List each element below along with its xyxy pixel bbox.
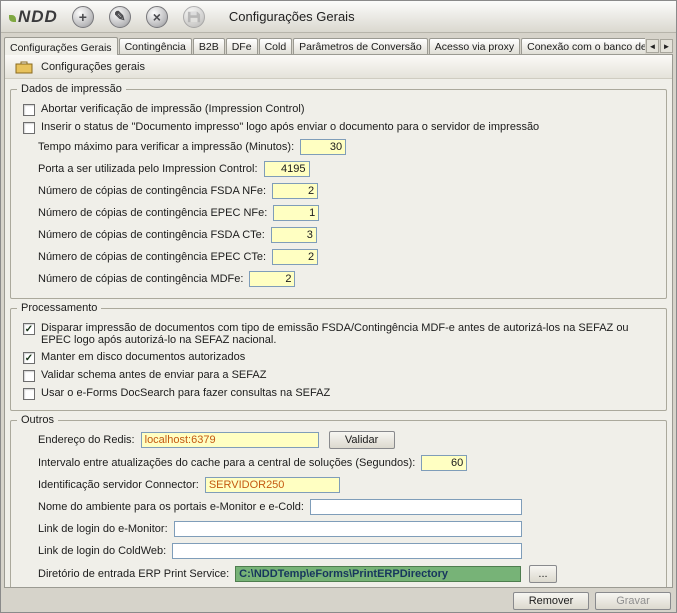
group-processamento: Processamento ✓ Disparar impressão de do…	[10, 308, 667, 411]
validar-button[interactable]: Validar	[329, 431, 395, 449]
servidor-connector-input[interactable]	[205, 477, 340, 493]
copias-epec-cte-input[interactable]	[272, 249, 318, 265]
checkbox-row: ✓ Manter em disco documentos autorizados	[23, 351, 656, 364]
toolbar-icons: + ✎ ×	[72, 6, 205, 28]
checkbox-row: Abortar verificação de impressão (Impres…	[23, 103, 656, 116]
field-label: Identificação servidor Connector:	[38, 479, 199, 491]
copias-fsda-nfe-input[interactable]	[272, 183, 318, 199]
group-title: Dados de impressão	[17, 83, 126, 95]
tab-contingencia[interactable]: Contingência	[119, 38, 192, 55]
tab-conexao-banco[interactable]: Conexão com o banco de dados	[521, 38, 645, 55]
settings-window: NDD + ✎ × Configurações Gerais Configura…	[0, 0, 677, 613]
field-label: Endereço do Redis:	[38, 434, 135, 446]
porta-impression-control-input[interactable]	[264, 161, 310, 177]
tab-page: Configurações gerais Dados de impressão …	[4, 54, 673, 588]
tab-configuracoes-gerais[interactable]: Configurações Gerais	[4, 37, 118, 55]
checkbox-label: Disparar impressão de documentos com tip…	[41, 322, 641, 346]
field-row: Link de login do e-Monitor:	[38, 521, 522, 537]
checkbox-label: Manter em disco documentos autorizados	[41, 351, 245, 363]
tab-cold[interactable]: Cold	[259, 38, 293, 55]
tab-strip: Configurações Gerais Contingência B2B DF…	[4, 34, 673, 55]
add-icon[interactable]: +	[72, 6, 94, 28]
tab-scroll-right-icon[interactable]: ►	[660, 39, 673, 53]
leaf-icon	[9, 15, 16, 22]
tab-scroll-left-icon[interactable]: ◄	[646, 39, 659, 53]
field-row: Número de cópias de contingência MDFe:	[38, 271, 656, 287]
checkbox-row: Usar o e-Forms DocSearch para fazer cons…	[23, 387, 656, 400]
tab-dfe[interactable]: DFe	[226, 38, 258, 55]
field-row: Endereço do Redis: Validar	[38, 431, 656, 449]
tab-parametros-conversao[interactable]: Parâmetros de Conversão	[293, 38, 428, 55]
checkbox-label: Validar schema antes de enviar para a SE…	[41, 369, 266, 381]
field-label: Número de cópias de contingência FSDA CT…	[38, 229, 265, 241]
tab-b2b[interactable]: B2B	[193, 38, 225, 55]
link-login-coldweb-input[interactable]	[172, 543, 522, 559]
checkbox-row: Validar schema antes de enviar para a SE…	[23, 369, 656, 382]
diretorio-erp-input[interactable]	[235, 566, 521, 582]
tabs: Configurações Gerais Contingência B2B DF…	[4, 37, 645, 55]
field-row: Intervalo entre atualizações do cache pa…	[38, 455, 656, 471]
page-title: Configurações gerais	[41, 61, 145, 73]
window-title: Configurações Gerais	[229, 9, 355, 24]
group-dados-impressao: Dados de impressão Abortar verificação d…	[10, 89, 667, 299]
remover-button[interactable]: Remover	[513, 592, 589, 610]
field-label: Porta a ser utilizada pelo Impression Co…	[38, 163, 258, 175]
field-label: Nome do ambiente para os portais e-Monit…	[38, 501, 304, 513]
browse-button[interactable]: ...	[529, 565, 557, 583]
field-label: Número de cópias de contingência MDFe:	[38, 273, 243, 285]
disparar-impressao-checkbox[interactable]: ✓	[23, 323, 35, 335]
gravar-button[interactable]: Gravar	[595, 592, 671, 610]
page-header: Configurações gerais	[5, 55, 672, 79]
field-label: Diretório de entrada ERP Print Service:	[38, 568, 229, 580]
field-label: Número de cópias de contingência FSDA NF…	[38, 185, 266, 197]
field-label: Intervalo entre atualizações do cache pa…	[38, 457, 415, 469]
tempo-maximo-input[interactable]	[300, 139, 346, 155]
tab-acesso-proxy[interactable]: Acesso via proxy	[429, 38, 520, 55]
field-label: Tempo máximo para verificar a impressão …	[38, 141, 294, 153]
checkbox-row: ✓ Disparar impressão de documentos com t…	[23, 322, 656, 346]
field-row: Link de login do ColdWeb:	[38, 543, 522, 559]
copias-epec-nfe-input[interactable]	[273, 205, 319, 221]
group-title: Processamento	[17, 302, 101, 314]
copias-mdfe-input[interactable]	[249, 271, 295, 287]
field-row: Número de cópias de contingência FSDA CT…	[38, 227, 656, 243]
toolbar: NDD + ✎ × Configurações Gerais	[1, 1, 676, 33]
link-login-emonitor-input[interactable]	[174, 521, 522, 537]
section-icon	[15, 60, 33, 74]
field-row: Número de cópias de contingência FSDA NF…	[38, 183, 656, 199]
checkbox-label: Abortar verificação de impressão (Impres…	[41, 103, 305, 115]
group-title: Outros	[17, 414, 58, 426]
field-row: Número de cópias de contingência EPEC CT…	[38, 249, 656, 265]
copias-fsda-cte-input[interactable]	[271, 227, 317, 243]
field-row: Diretório de entrada ERP Print Service: …	[38, 565, 557, 583]
field-row: Nome do ambiente para os portais e-Monit…	[38, 499, 522, 515]
abortar-verificacao-checkbox[interactable]	[23, 104, 35, 116]
save-icon[interactable]	[183, 6, 205, 28]
footer: Remover Gravar	[1, 589, 676, 612]
tab-scroll-buttons: ◄ ►	[646, 39, 673, 53]
cancel-icon[interactable]: ×	[146, 6, 168, 28]
inserir-status-checkbox[interactable]	[23, 122, 35, 134]
field-row: Porta a ser utilizada pelo Impression Co…	[38, 161, 656, 177]
docsearch-checkbox[interactable]	[23, 388, 35, 400]
field-row: Identificação servidor Connector:	[38, 477, 656, 493]
field-label: Link de login do e-Monitor:	[38, 523, 168, 535]
nome-ambiente-input[interactable]	[310, 499, 522, 515]
manter-disco-checkbox[interactable]: ✓	[23, 352, 35, 364]
field-label: Número de cópias de contingência EPEC CT…	[38, 251, 266, 263]
redis-input[interactable]	[141, 432, 319, 448]
checkbox-label: Usar o e-Forms DocSearch para fazer cons…	[41, 387, 330, 399]
group-outros: Outros Endereço do Redis: Validar Interv…	[10, 420, 667, 588]
intervalo-cache-input[interactable]	[421, 455, 467, 471]
checkbox-row: Inserir o status de "Documento impresso"…	[23, 121, 656, 134]
edit-icon[interactable]: ✎	[109, 6, 131, 28]
checkbox-label: Inserir o status de "Documento impresso"…	[41, 121, 539, 133]
field-row: Tempo máximo para verificar a impressão …	[38, 139, 656, 155]
field-label: Número de cópias de contingência EPEC NF…	[38, 207, 267, 219]
field-label: Link de login do ColdWeb:	[38, 545, 166, 557]
validar-schema-checkbox[interactable]	[23, 370, 35, 382]
field-row: Número de cópias de contingência EPEC NF…	[38, 205, 656, 221]
ndd-logo: NDD	[9, 7, 58, 27]
